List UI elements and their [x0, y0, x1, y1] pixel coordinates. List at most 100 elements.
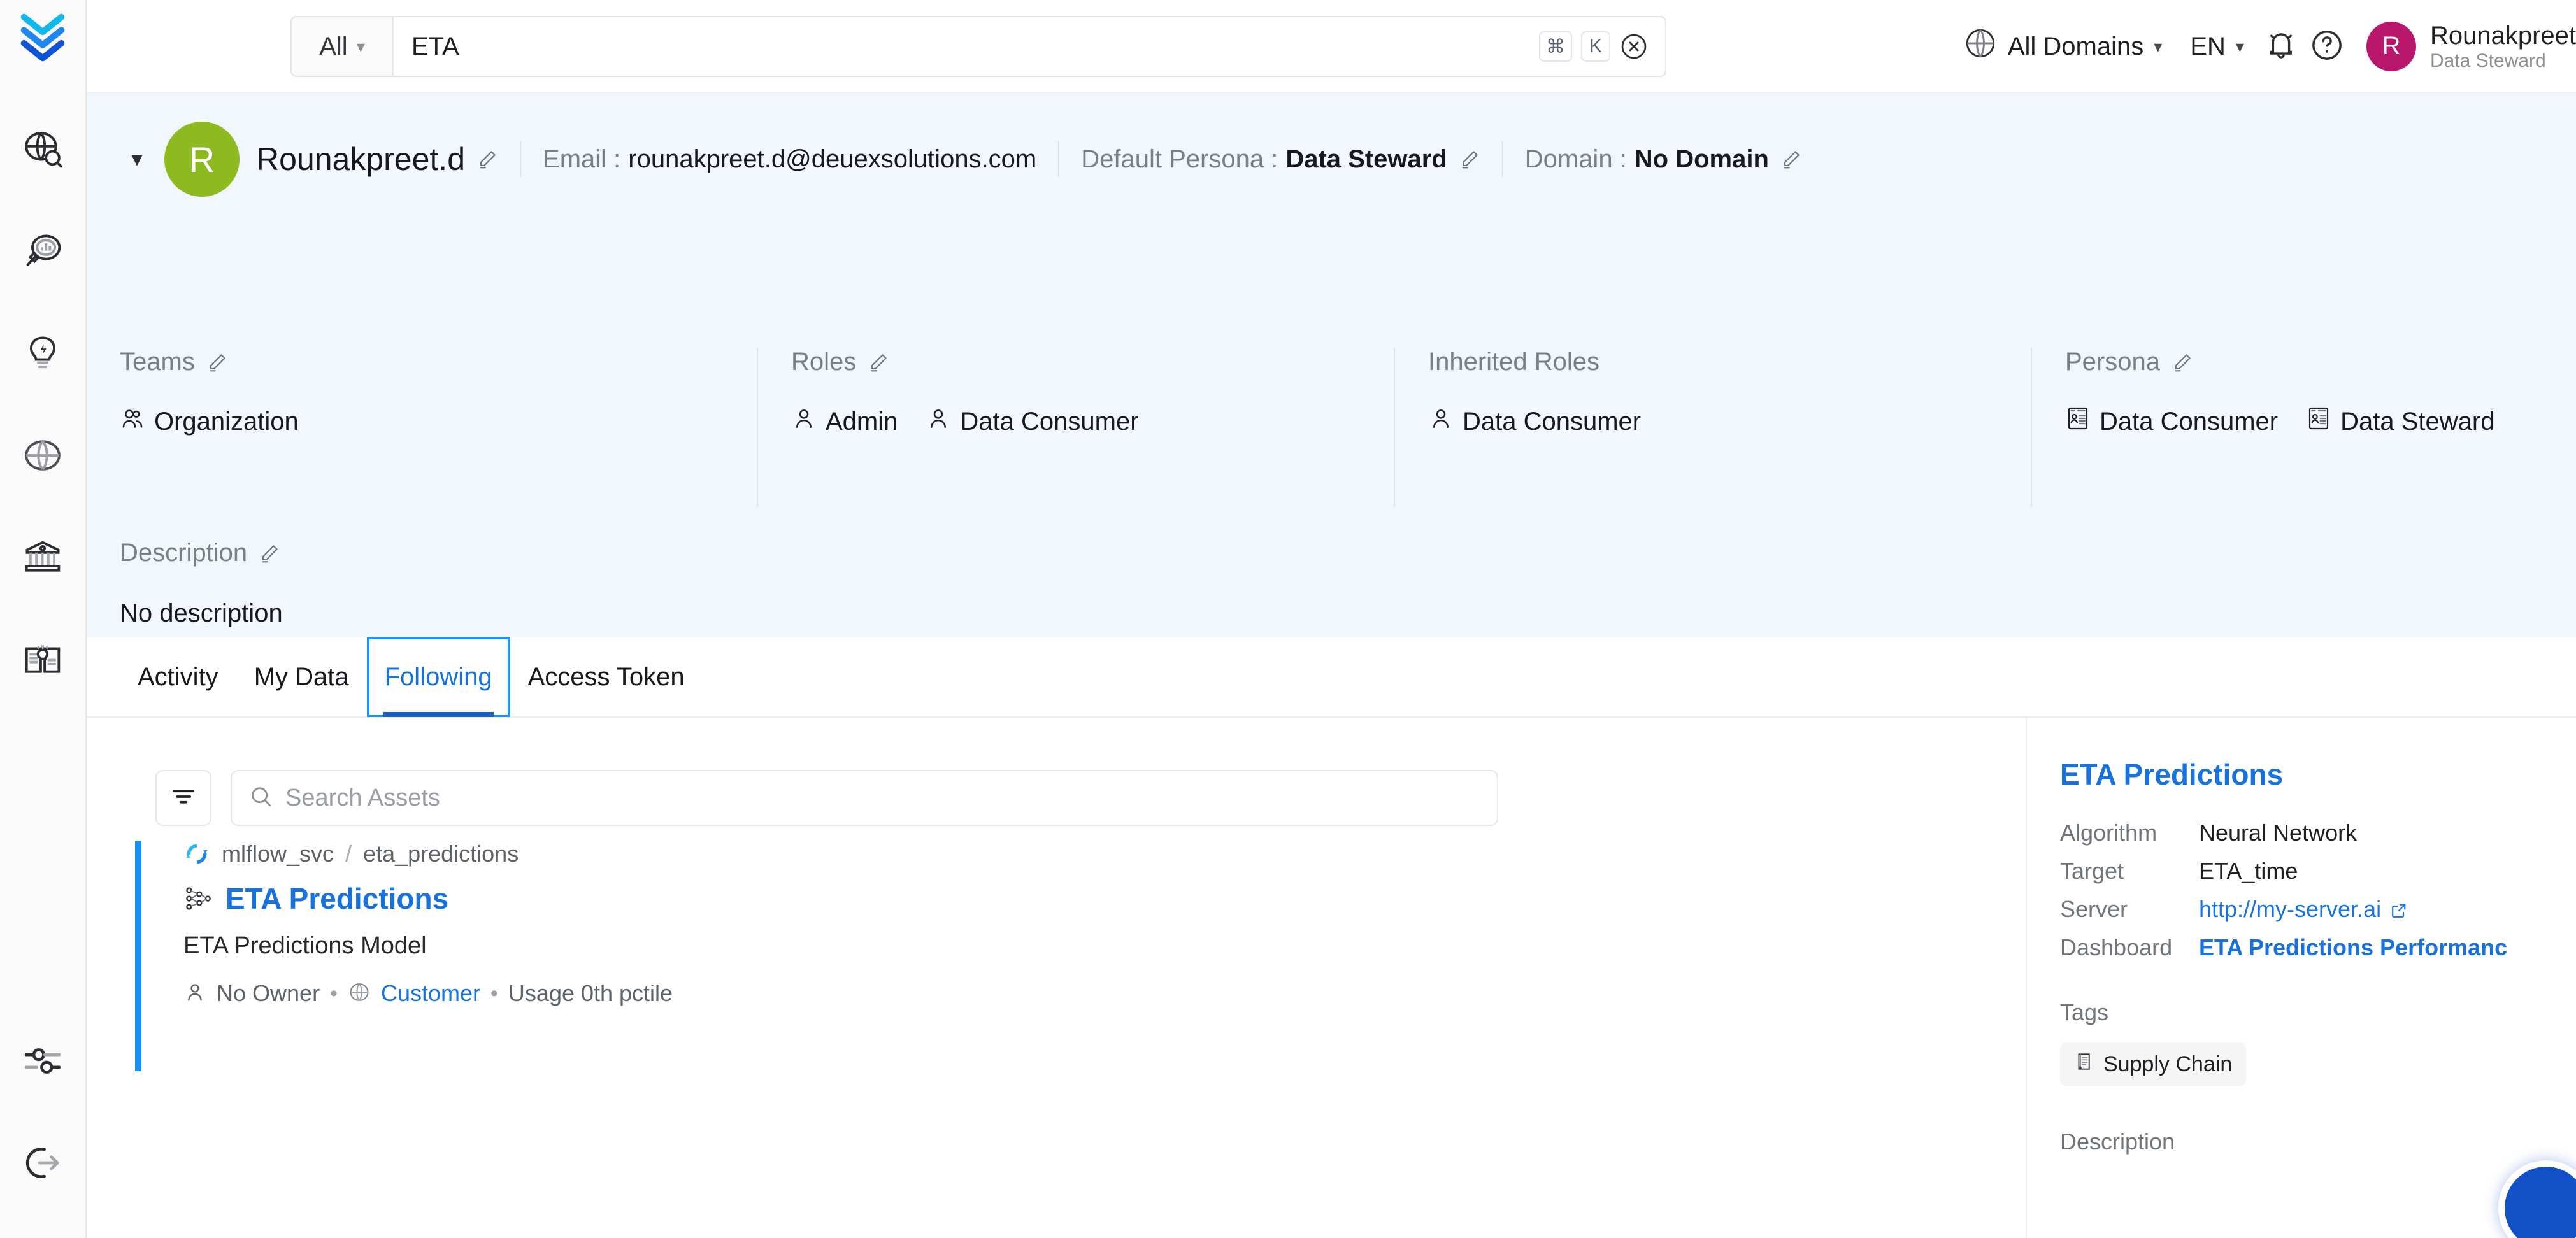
status-badge[interactable]: Supply Chain: [2060, 1042, 2246, 1086]
summary-value-dashboard-link[interactable]: ETA Predictions Performanc: [2199, 934, 2507, 961]
summary-value: Neural Network: [2199, 820, 2357, 846]
kbd-cmd: ⌘: [1539, 31, 1572, 62]
summary-key: Algorithm: [2060, 820, 2199, 846]
tags-list: Supply Chain: [2060, 1042, 2576, 1086]
tab-active-underline: [383, 712, 494, 717]
language-selector[interactable]: EN ▾: [2176, 32, 2258, 61]
domain-label: Domain :: [1525, 145, 1627, 174]
globe-icon: [23, 436, 62, 478]
search-icon: [248, 784, 274, 813]
search-affordances: ⌘ K: [1539, 17, 1665, 76]
user-icon: [183, 981, 206, 1007]
filter-button[interactable]: [155, 770, 211, 826]
description-label: Description: [120, 539, 247, 567]
persona-card-icon: [2065, 406, 2091, 438]
info-card-persona: Persona Data Consumer: [2031, 348, 2576, 507]
global-search-input[interactable]: ETA: [394, 17, 1539, 76]
user-profile-menu[interactable]: R Rounakpreet Data Steward: [2350, 22, 2576, 71]
kbd-k: K: [1581, 31, 1610, 62]
list-item[interactable]: Data Steward: [2306, 406, 2494, 438]
summary-value: ETA_time: [2199, 858, 2298, 885]
close-circle-icon[interactable]: [1619, 32, 1649, 61]
info-card-roles: Roles Admin: [757, 348, 1394, 507]
sidebar-item-domains[interactable]: [10, 423, 76, 490]
app-logo[interactable]: [18, 11, 68, 71]
summary-panel-rows: Algorithm Neural Network Target ETA_time…: [2060, 820, 2576, 961]
asset-list-item[interactable]: mlflow_svc / eta_predictions ETA Predict…: [135, 841, 1982, 1071]
breadcrumb-container[interactable]: eta_predictions: [363, 841, 519, 867]
list-item-label: Admin: [826, 408, 898, 436]
edit-roles-pencil-icon[interactable]: [868, 352, 889, 373]
info-card-items: Data Consumer: [1428, 406, 2031, 438]
asset-title-row: ETA Predictions: [183, 881, 1982, 916]
info-card-title: Roles: [791, 348, 1394, 376]
user-icon: [791, 406, 817, 438]
info-card-items: Organization: [120, 406, 757, 438]
team-icon: [120, 406, 145, 438]
tab-label: Following: [385, 663, 492, 692]
following-toolbar: Search Assets: [155, 770, 1498, 826]
sidebar-item-glossary[interactable]: [10, 627, 76, 694]
chevron-down-icon: ▾: [357, 37, 365, 57]
tags-label: Tags: [2060, 999, 2576, 1026]
edit-domain-pencil-icon[interactable]: [1780, 148, 1802, 170]
search-scope-dropdown[interactable]: All ▾: [292, 17, 394, 76]
asset-title-link[interactable]: ETA Predictions: [225, 881, 448, 916]
search-assets-input[interactable]: Search Assets: [231, 770, 1498, 826]
breadcrumb-service[interactable]: mlflow_svc: [222, 841, 334, 867]
global-search-bar[interactable]: All ▾ ETA ⌘ K: [290, 16, 1666, 77]
search-assets-placeholder: Search Assets: [285, 785, 440, 812]
edit-teams-pencil-icon[interactable]: [206, 352, 228, 373]
domain-selector[interactable]: All Domains ▾: [1949, 26, 2176, 67]
profile-summary-row: ▾ R Rounakpreet.d Email : rounakpreet.d@…: [120, 121, 1802, 197]
help-button[interactable]: [2304, 24, 2350, 69]
asset-summary-panel: ETA Predictions Algorithm Neural Network…: [2026, 718, 2576, 1238]
summary-key: Server: [2060, 896, 2199, 923]
language-selector-label: EN: [2190, 32, 2226, 61]
tab-access-token[interactable]: Access Token: [510, 637, 703, 717]
chevron-down-icon: ▾: [2154, 37, 2162, 57]
info-card-title: Inherited Roles: [1428, 348, 2031, 376]
tab-my-data[interactable]: My Data: [236, 637, 367, 717]
sidebar-item-explore[interactable]: [10, 118, 76, 184]
chevron-down-icon[interactable]: ▾: [120, 142, 154, 176]
tab-following[interactable]: Following: [367, 637, 510, 717]
sidebar-item-settings[interactable]: [10, 1029, 76, 1095]
list-item[interactable]: Data Consumer: [926, 406, 1138, 438]
list-item[interactable]: Organization: [120, 406, 299, 438]
sidebar-item-insights[interactable]: [10, 322, 76, 388]
filter-icon: [170, 783, 197, 813]
topbar-right-cluster: All Domains ▾ EN ▾: [1949, 0, 2576, 93]
domain-selector-label: All Domains: [2008, 32, 2143, 61]
asset-domain-link[interactable]: Customer: [381, 980, 480, 1007]
sidebar-item-observability[interactable]: [10, 220, 76, 286]
asset-description: ETA Predictions Model: [183, 932, 1982, 960]
user-icon: [1428, 406, 1454, 438]
notifications-button[interactable]: [2258, 24, 2304, 69]
divider: [520, 141, 521, 177]
sidebar-item-govern[interactable]: [10, 525, 76, 592]
tab-activity[interactable]: Activity: [120, 637, 236, 717]
search-scope-label: All: [319, 32, 347, 61]
asset-meta-row: No Owner • Customer • Usage 0th pctile: [183, 980, 1982, 1007]
external-link-icon[interactable]: [2390, 902, 2408, 920]
summary-key: Dashboard: [2060, 934, 2199, 961]
globe-icon: [348, 981, 371, 1007]
edit-description-pencil-icon[interactable]: [259, 543, 280, 564]
edit-display-name-pencil-icon[interactable]: [476, 148, 498, 170]
user-name: Rounakpreet: [2430, 22, 2576, 50]
summary-row-dashboard: Dashboard ETA Predictions Performanc: [2060, 934, 2576, 961]
edit-persona-pencil-icon[interactable]: [2172, 352, 2193, 373]
profile-info-cards: Teams Organization: [87, 348, 2576, 507]
divider: [1058, 141, 1059, 177]
magnifier-chart-icon: [23, 232, 62, 274]
list-item[interactable]: Data Consumer: [2065, 406, 2278, 438]
edit-default-persona-pencil-icon[interactable]: [1459, 148, 1480, 170]
summary-panel-title[interactable]: ETA Predictions: [2060, 757, 2576, 792]
list-item[interactable]: Admin: [791, 406, 898, 438]
bank-icon: [23, 537, 62, 580]
info-card-inherited-roles: Inherited Roles Data Consumer: [1394, 348, 2031, 507]
sidebar-item-logout[interactable]: [10, 1131, 76, 1197]
summary-value-server-link[interactable]: http://my-server.ai: [2199, 896, 2408, 923]
list-item[interactable]: Data Consumer: [1428, 406, 1641, 438]
